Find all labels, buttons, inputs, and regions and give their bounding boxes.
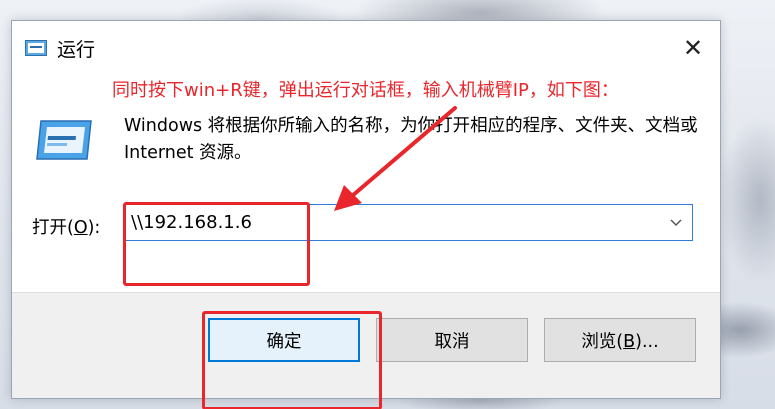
run-icon — [25, 40, 47, 56]
run-icon — [36, 120, 92, 160]
close-icon: ✕ — [682, 34, 704, 62]
browse-label-suffix: )... — [635, 331, 659, 352]
open-label-suffix: ): — [87, 218, 101, 238]
open-input[interactable] — [131, 209, 651, 236]
cancel-button-label: 取消 — [434, 331, 470, 352]
browse-button[interactable]: 浏览(B)... — [544, 318, 696, 362]
browse-button-label: 浏览(B)... — [581, 328, 658, 353]
cancel-button[interactable]: 取消 — [376, 318, 528, 362]
open-label: 打开(O): — [32, 214, 100, 239]
instruction-annotation: 同时按下win+R键，弹出运行对话框，输入机械臂IP，如下图： — [112, 80, 619, 101]
browse-label-accesskey: B — [623, 331, 636, 352]
open-label-prefix: 打开( — [32, 218, 74, 238]
footer-divider — [12, 292, 720, 293]
dialog-body — [12, 73, 720, 292]
open-label-accesskey: O — [73, 218, 88, 238]
chevron-down-icon[interactable] — [668, 214, 684, 230]
title-bar: 运行 ✕ — [12, 21, 720, 73]
dialog-description: Windows 将根据你所输入的名称，为你打开相应的程序、文件夹、文档或 Int… — [124, 116, 698, 163]
close-button[interactable]: ✕ — [676, 31, 710, 65]
ok-button-label: 确定 — [266, 331, 302, 352]
open-combobox[interactable] — [124, 204, 693, 241]
ok-button[interactable]: 确定 — [208, 318, 360, 362]
browse-label-prefix: 浏览( — [581, 331, 624, 352]
run-dialog: 运行 ✕ 同时按下win+R键，弹出运行对话框，输入机械臂IP，如下图： Win… — [11, 20, 721, 409]
window-title: 运行 — [57, 39, 96, 61]
